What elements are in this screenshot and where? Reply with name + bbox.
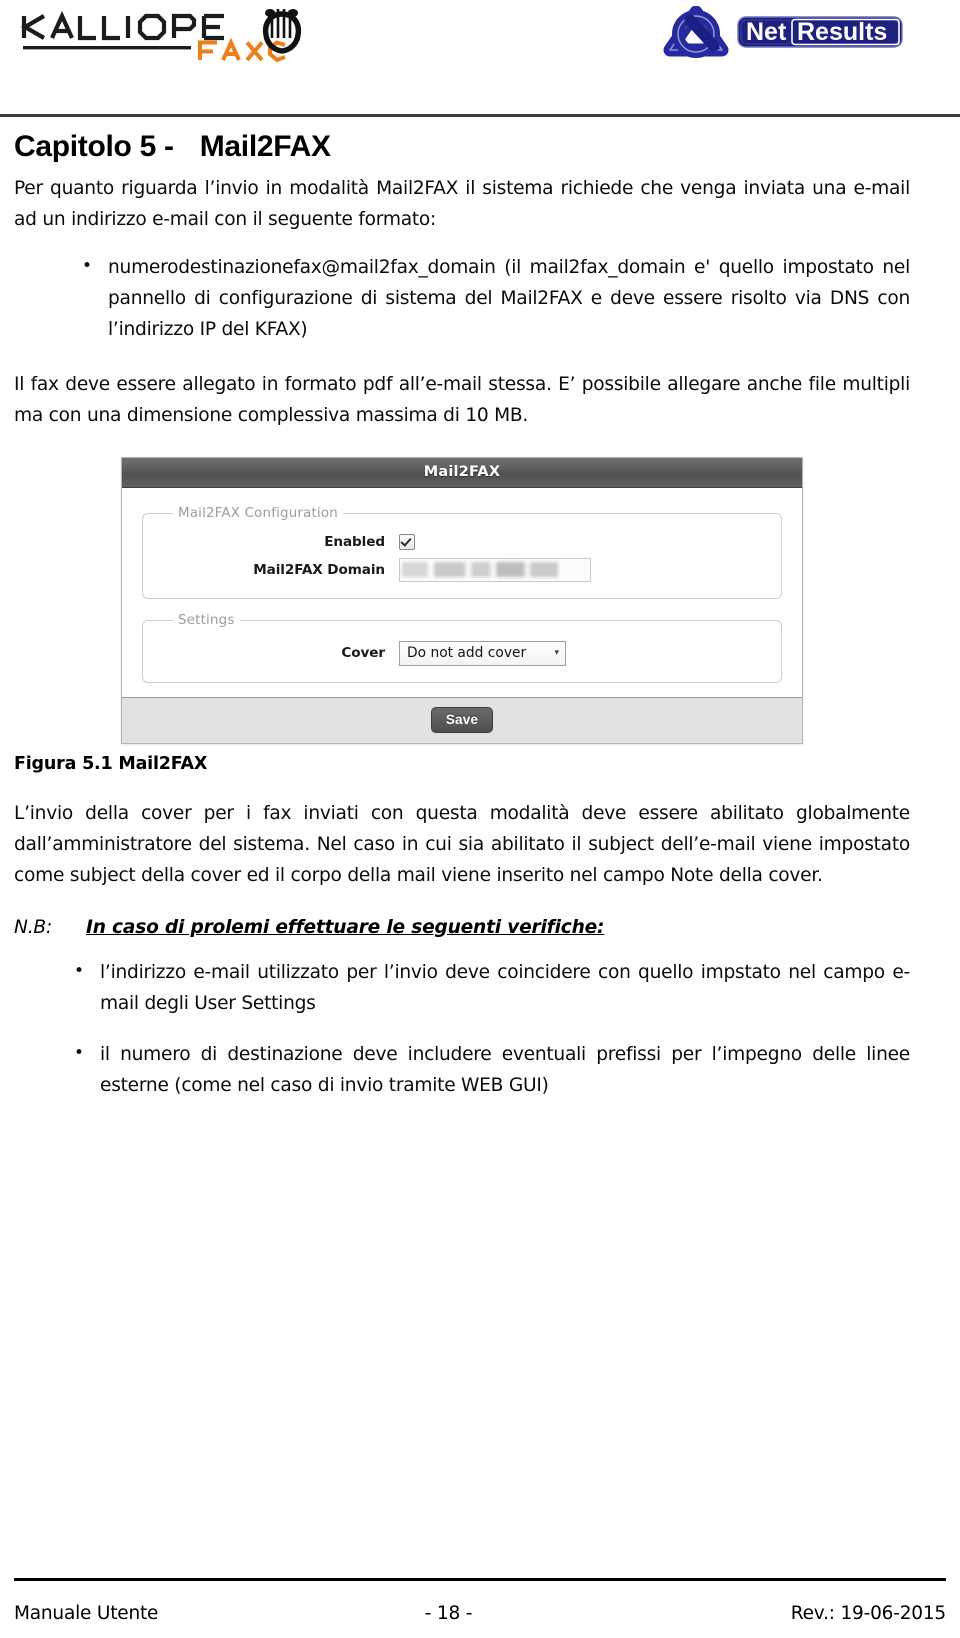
cover-select[interactable]: Do not add cover ▾	[399, 640, 566, 666]
enabled-checkbox[interactable]	[399, 533, 415, 550]
attachment-paragraph: Il fax deve essere allegato in formato p…	[14, 373, 910, 426]
cover-select-value: Do not add cover	[407, 645, 527, 662]
nota-bene-block: N.B: In caso di prolemi effettuare le se…	[14, 917, 910, 938]
window-footer: Save	[122, 696, 802, 743]
cover-paragraph: L’invio della cover per i fax inviati co…	[14, 802, 910, 886]
svg-text:Results: Results	[797, 18, 887, 46]
redacted-value	[402, 561, 558, 577]
list-item: il numero di destinazione deve includere…	[74, 1038, 910, 1101]
footer-left-text: Manuale Utente	[14, 1603, 159, 1624]
page-title: Capitolo 5 - Mail2FAX	[14, 130, 910, 164]
row-enabled: Enabled	[157, 533, 767, 550]
label-cover: Cover	[341, 645, 385, 662]
format-bullet-list: numerodestinazionefax@mail2fax_domain (i…	[14, 251, 910, 345]
chapter-title-prefix: Capitolo 5 -	[14, 130, 174, 163]
kalliope-fax-logo	[14, 8, 314, 70]
label-mail2fax-domain: Mail2FAX Domain	[253, 561, 385, 578]
list-item: l’indirizzo e-mail utilizzato per l’invi…	[74, 956, 910, 1019]
window-titlebar: Mail2FAX	[122, 457, 802, 488]
window-title: Mail2FAX	[423, 464, 501, 481]
page-number: - 18 -	[424, 1603, 473, 1624]
header-divider	[0, 114, 960, 117]
group-legend-configuration: Mail2FAX Configuration	[178, 505, 338, 521]
trefoil-knot-icon	[663, 6, 729, 58]
mail2fax-configuration-group: Mail2FAX Configuration Enabled Mail2FAX …	[142, 505, 782, 599]
chapter-title-name: Mail2FAX	[199, 130, 331, 163]
intro-paragraph: Per quanto riguarda l’invio in modalità …	[14, 177, 910, 230]
page-footer: Manuale Utente - 18 - Rev.: 19-06-2015	[14, 1578, 946, 1624]
nb-heading: In caso di prolemi effettuare le seguent…	[86, 916, 605, 938]
label-enabled: Enabled	[324, 533, 385, 550]
row-mail2fax-domain: Mail2FAX Domain	[157, 557, 767, 582]
footer-revision: Rev.: 19-06-2015	[790, 1603, 946, 1624]
chevron-down-icon: ▾	[554, 647, 559, 658]
document-page: Net Results Capitolo 5 - Mail2FAX Per qua…	[0, 0, 960, 1638]
netresults-logo: Net Results	[660, 6, 910, 66]
window-body: Mail2FAX Configuration Enabled Mail2FAX …	[122, 487, 802, 697]
nb-bullet-list: l’indirizzo e-mail utilizzato per l’invi…	[14, 956, 910, 1101]
page-header: Net Results	[0, 0, 960, 118]
mail2fax-window: Mail2FAX Mail2FAX Configuration Enabled …	[121, 456, 803, 744]
svg-text:Net: Net	[746, 18, 787, 46]
save-button[interactable]: Save	[430, 707, 494, 734]
figure-mail2fax: Mail2FAX Mail2FAX Configuration Enabled …	[14, 456, 910, 744]
group-legend-settings: Settings	[178, 612, 235, 628]
mail2fax-domain-input[interactable]	[399, 557, 591, 582]
nb-label: N.B:	[14, 916, 53, 938]
footer-divider	[14, 1578, 946, 1581]
list-item: numerodestinazionefax@mail2fax_domain (i…	[82, 251, 910, 345]
row-cover: Cover Do not add cover ▾	[157, 640, 767, 666]
figure-caption: Figura 5.1 Mail2FAX	[14, 753, 208, 774]
page-content: Capitolo 5 - Mail2FAX Per quanto riguarda…	[14, 130, 910, 1101]
settings-group: Settings Cover Do not add cover ▾	[142, 612, 782, 683]
